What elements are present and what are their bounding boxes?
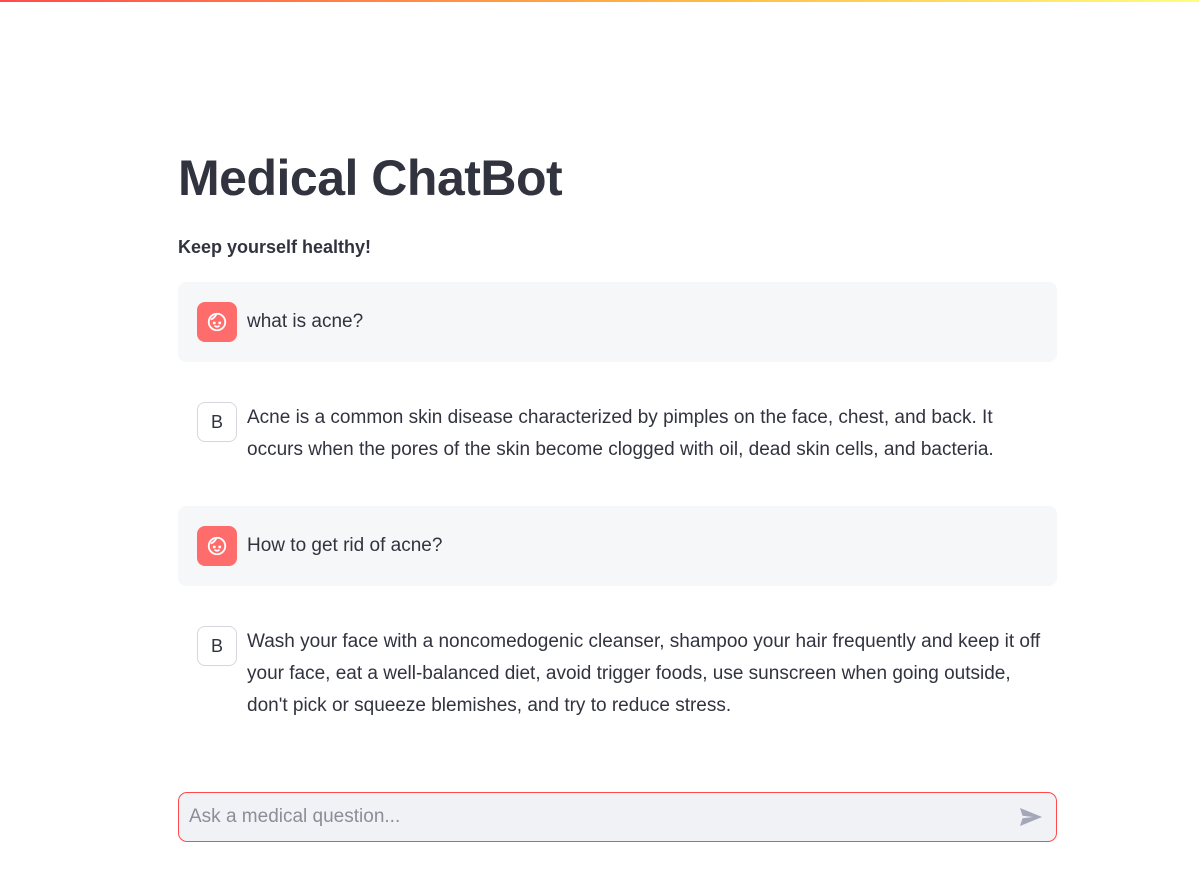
assistant-avatar-letter: B <box>210 411 223 432</box>
send-button[interactable] <box>1016 802 1046 832</box>
assistant-avatar: B <box>197 626 237 666</box>
face-icon <box>207 536 227 556</box>
user-avatar <box>197 302 237 342</box>
chat-input[interactable] <box>179 793 999 841</box>
face-icon <box>207 312 227 332</box>
header-decoration-bar <box>0 0 1199 2</box>
chat-message-assistant: B Wash your face with a noncomedogenic c… <box>178 606 1057 736</box>
chat-input-container <box>178 792 1057 842</box>
chat-message-user: How to get rid of acne? <box>178 506 1057 586</box>
send-icon <box>1020 808 1042 826</box>
page-subtitle: Keep yourself healthy! <box>178 237 372 257</box>
assistant-avatar: B <box>197 402 237 442</box>
user-avatar <box>197 526 237 566</box>
message-text: Acne is a common skin disease characteri… <box>247 407 994 460</box>
chat-message-assistant: B Acne is a common skin disease characte… <box>178 382 1057 482</box>
assistant-avatar-letter: B <box>210 635 223 656</box>
message-text: Wash your face with a noncomedogenic cle… <box>247 631 1041 716</box>
message-text: How to get rid of acne? <box>247 535 443 556</box>
message-text: what is acne? <box>247 311 364 332</box>
chat-message-user: what is acne? <box>178 282 1057 362</box>
page-title: Medical ChatBot <box>178 150 563 206</box>
